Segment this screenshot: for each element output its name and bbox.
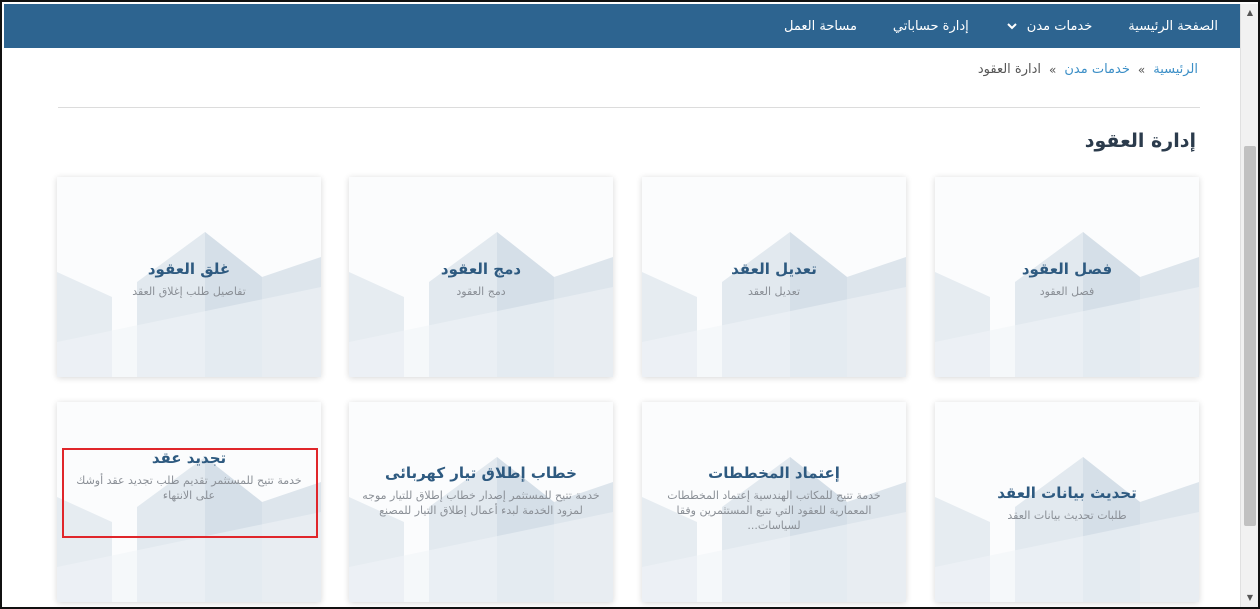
card-title: فصل العقود [1021,260,1113,278]
nav-services-label: خدمات مدن [1026,18,1093,34]
nav-home[interactable]: الصفحة الرئيسية [1110,4,1222,48]
top-navbar: الصفحة الرئيسية خدمات مدن إدارة حساباتي … [4,4,1240,48]
card-title: تجديد عقد [151,449,227,467]
service-card-update-contract-data[interactable]: تحديث بيانات العقد طلبات تحديث بيانات ال… [935,402,1199,602]
nav-workspace-label: مساحة العمل [784,18,857,34]
service-card-power-release-letter[interactable]: خطاب إطلاق تيار كهربائى خدمة تتيح للمستث… [349,402,613,602]
breadcrumb: الرئيسية » خدمات مدن » ادارة العقود [978,62,1198,77]
breadcrumb-separator: » [1049,62,1057,77]
card-title: تحديث بيانات العقد [997,484,1137,502]
card-description: خدمة تتيح للمكاتب الهندسية إعتماد المخطط… [667,489,881,532]
vertical-scrollbar[interactable]: ▲ ▼ [1240,4,1258,607]
breadcrumb-services[interactable]: خدمات مدن [1064,62,1130,77]
breadcrumb-separator: » [1137,62,1146,77]
scroll-up-arrow-icon[interactable]: ▲ [1245,8,1255,18]
chevron-down-icon [1007,23,1017,30]
service-card-close-contracts[interactable]: غلق العقود تفاصيل طلب إغلاق العقد [57,177,321,377]
page-title: إدارة العقود [1084,130,1196,152]
service-card-renew-contract[interactable]: تجديد عقد خدمة تتيح للمستثمر تقديم طلب ت… [57,402,321,602]
header-divider [58,107,1200,108]
card-description: طلبات تحديث بيانات العقد [1007,509,1127,522]
nav-services-dropdown[interactable]: خدمات مدن [987,4,1111,48]
card-description: دمج العقود [456,285,506,298]
nav-home-label: الصفحة الرئيسية [1128,18,1218,34]
card-title: إعتماد المخططات [708,464,840,482]
card-title: غلق العقود [147,260,231,278]
nav-accounts[interactable]: إدارة حساباتي [875,4,987,48]
service-card-approve-plans[interactable]: إعتماد المخططات خدمة تتيح للمكاتب الهندس… [642,402,906,602]
scrollbar-thumb[interactable] [1244,146,1256,526]
card-title: تعديل العقد [731,260,817,278]
nav-accounts-label: إدارة حساباتي [892,18,969,34]
service-card-modify-contract[interactable]: تعديل العقد تعديل العقد [642,177,906,377]
card-description: تعديل العقد [747,285,801,298]
card-description: فصل العقود [1039,285,1095,298]
scroll-down-arrow-icon[interactable]: ▼ [1245,593,1255,603]
card-description: تفاصيل طلب إغلاق العقد [132,285,246,298]
breadcrumb-home[interactable]: الرئيسية [1153,62,1198,77]
breadcrumb-current: ادارة العقود [977,62,1042,77]
card-title: خطاب إطلاق تيار كهربائى [385,464,577,482]
card-description: خدمة تتيح للمستثمر تقديم طلب تجديد عقد أ… [76,474,302,502]
card-description: خدمة تتيح للمستثمر إصدار خطاب إطلاق للتي… [362,489,600,517]
page-frame: الصفحة الرئيسية خدمات مدن إدارة حساباتي … [0,0,1260,609]
nav-workspace[interactable]: مساحة العمل [766,4,875,48]
card-title: دمج العقود [440,260,522,278]
service-card-split-contracts[interactable]: فصل العقود فصل العقود [935,177,1199,377]
service-card-merge-contracts[interactable]: دمج العقود دمج العقود [349,177,613,377]
